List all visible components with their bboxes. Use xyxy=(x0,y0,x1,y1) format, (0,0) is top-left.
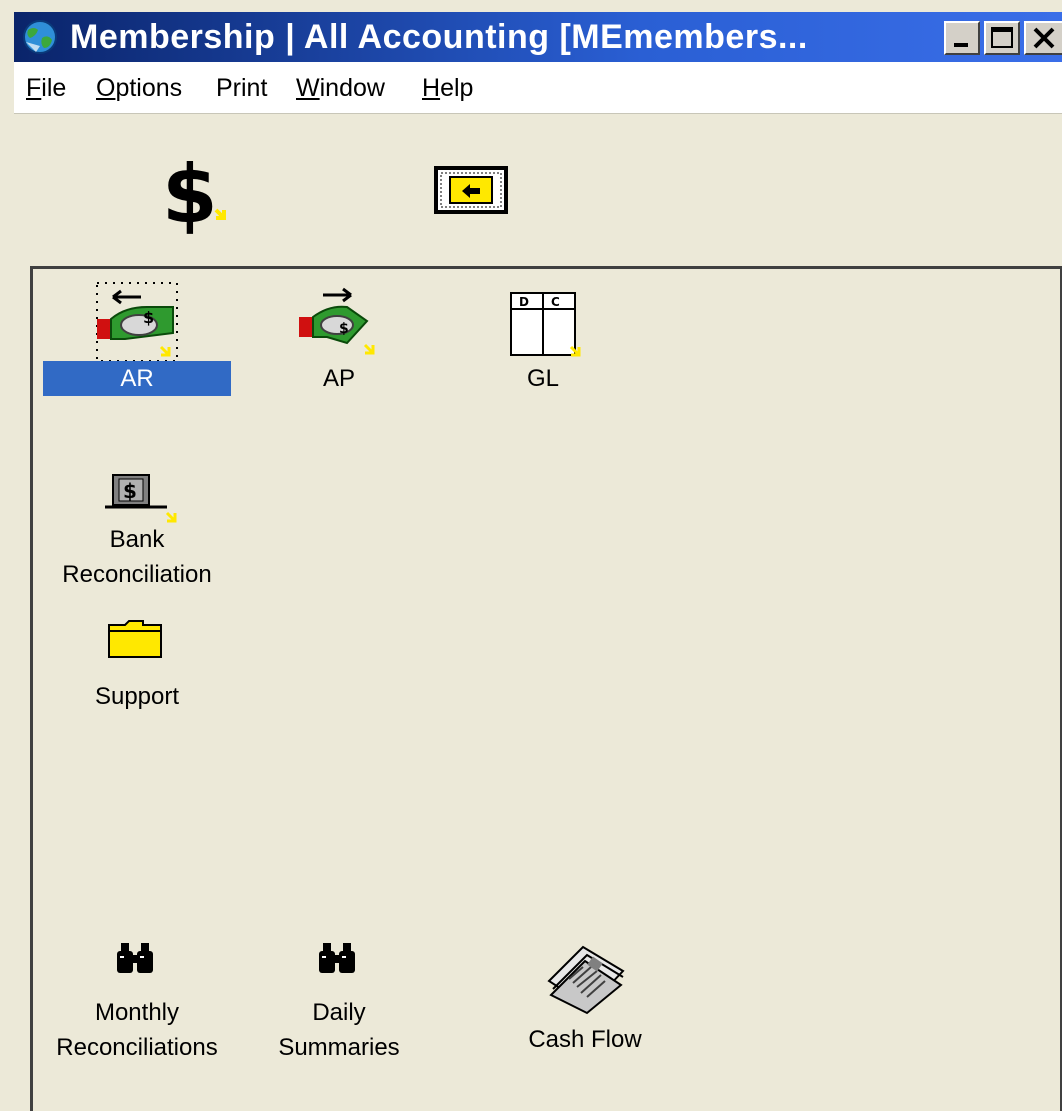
monthly-reconciliations-launcher[interactable] xyxy=(115,941,159,977)
minimize-button[interactable] xyxy=(944,21,980,55)
cash-flow-label: Cash Flow xyxy=(528,1026,642,1053)
menu-options[interactable]: Options xyxy=(96,74,182,102)
menu-bar: File Options Print Window Help xyxy=(14,62,1062,114)
up-folder-toolbar-button[interactable] xyxy=(432,164,510,216)
support-launcher[interactable] xyxy=(107,617,163,661)
svg-text:D: D xyxy=(519,295,529,309)
ap-launcher[interactable]: $ xyxy=(297,281,381,365)
toolbar: $ xyxy=(14,114,1062,264)
daily-summaries-label-line1: Daily xyxy=(312,999,366,1026)
close-icon xyxy=(1033,27,1055,49)
maximize-icon xyxy=(991,27,1013,48)
svg-text:$: $ xyxy=(143,308,154,327)
svg-text:$: $ xyxy=(123,479,137,503)
bank-dollar-icon: $ xyxy=(105,474,177,523)
monthly-reconciliations-label-line2: Reconciliations xyxy=(56,1034,218,1061)
cash-flow-launcher[interactable] xyxy=(543,941,627,1017)
maximize-button[interactable] xyxy=(984,21,1020,55)
accounting-toolbar-button[interactable]: $ xyxy=(160,144,240,241)
window-title: Membership | All Accounting [MEmembers..… xyxy=(70,18,808,56)
receivables-hand-money-icon: $ xyxy=(96,282,178,362)
ar-label: AR xyxy=(43,361,231,396)
gl-launcher[interactable]: D C xyxy=(507,289,587,361)
dollar-sign-icon: $ xyxy=(162,148,226,241)
svg-text:$: $ xyxy=(339,321,349,337)
daily-summaries-label-line2: Summaries xyxy=(278,1034,400,1061)
menu-print[interactable]: Print xyxy=(216,74,267,102)
ledger-debit-credit-icon: D C xyxy=(510,292,581,357)
folder-icon xyxy=(108,620,162,658)
binoculars-icon xyxy=(319,943,355,973)
daily-summaries-launcher[interactable] xyxy=(317,941,361,977)
payables-hand-money-icon: $ xyxy=(299,287,375,355)
svg-text:$: $ xyxy=(162,148,218,234)
ap-label: AP xyxy=(322,365,355,392)
ar-launcher[interactable]: $ xyxy=(95,281,179,365)
close-button[interactable] xyxy=(1024,21,1062,55)
monthly-reconciliations-label-line1: Monthly xyxy=(94,999,180,1026)
menu-window[interactable]: Window xyxy=(296,74,385,102)
accounting-panel: $ AR $ AP D C GL $ Bank Reconciliation S… xyxy=(30,266,1062,1111)
up-folder-icon xyxy=(434,166,508,214)
title-bar[interactable]: Membership | All Accounting [MEmembers..… xyxy=(14,12,1062,62)
bank-reconciliation-launcher[interactable]: $ xyxy=(103,469,183,527)
svg-text:C: C xyxy=(551,295,560,309)
binoculars-icon xyxy=(117,943,153,973)
newspaper-icon xyxy=(547,945,625,1015)
menu-help[interactable]: Help xyxy=(422,74,473,102)
gl-label: GL xyxy=(526,365,559,392)
bank-reconciliation-label-line1: Bank xyxy=(109,526,165,553)
bank-reconciliation-label-line2: Reconciliation xyxy=(62,561,212,588)
menu-file[interactable]: File xyxy=(26,74,66,102)
globe-app-icon xyxy=(23,20,57,54)
support-label: Support xyxy=(94,683,180,710)
minimize-icon xyxy=(954,43,968,47)
